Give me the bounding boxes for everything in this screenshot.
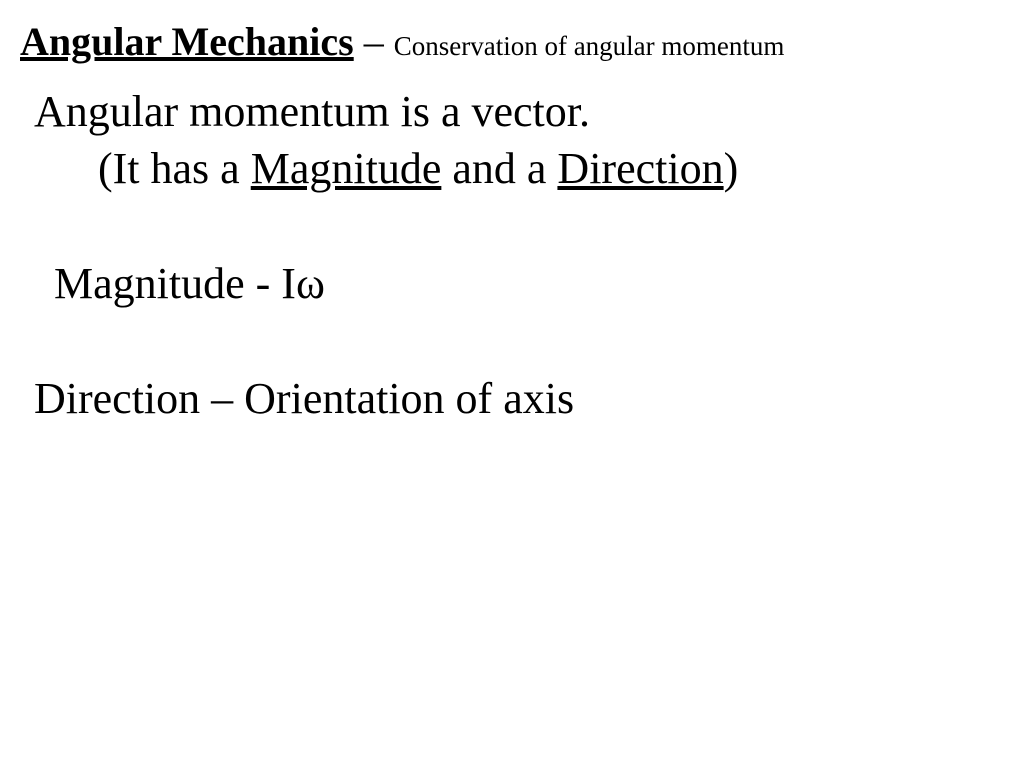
underline-direction: Direction xyxy=(557,144,723,193)
omega-symbol: ω xyxy=(296,259,325,308)
content-line-4: Direction – Orientation of axis xyxy=(34,371,1004,426)
text-fragment: and a xyxy=(441,144,557,193)
slide-content: Angular momentum is a vector. (It has a … xyxy=(20,84,1004,426)
content-line-2: (It has a Magnitude and a Direction) xyxy=(34,141,1004,196)
content-line-1: Angular momentum is a vector. xyxy=(34,84,1004,139)
content-line-3: Magnitude - Iω xyxy=(34,256,1004,311)
slide-title: Angular Mechanics – Conservation of angu… xyxy=(20,18,1004,66)
text-fragment: (It has a xyxy=(98,144,251,193)
title-dash: – xyxy=(354,19,394,64)
title-main: Angular Mechanics xyxy=(20,19,354,64)
text-fragment: ) xyxy=(724,144,739,193)
title-subtitle: Conservation of angular momentum xyxy=(394,31,785,61)
text-fragment: Magnitude - I xyxy=(54,259,296,308)
underline-magnitude: Magnitude xyxy=(251,144,442,193)
